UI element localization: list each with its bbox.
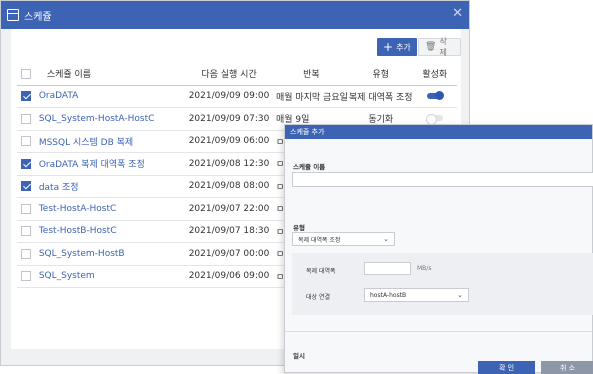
schedule-name-label: 스케쥴 이름 — [293, 163, 326, 171]
delete-button-label: 삭제 — [439, 37, 447, 57]
trash-icon: 🗑 — [425, 42, 437, 52]
type-label: 유형 — [293, 224, 305, 232]
delete-button[interactable]: 🗑 삭제 — [418, 37, 461, 57]
schedule-name-input[interactable] — [292, 172, 593, 187]
row-checkbox[interactable] — [17, 107, 35, 131]
schedule-name[interactable]: SQL_System-HostA-HostC — [34, 107, 185, 131]
header-schedule-name[interactable]: 스케쥴 이름 — [34, 63, 185, 86]
cancel-button[interactable]: 취 소 — [541, 361, 593, 374]
next-run-time: 2021/09/07 00:00 — [184, 242, 274, 266]
header-next-run[interactable]: 다음 실행 시간 — [184, 63, 274, 86]
next-run-time: 2021/09/09 07:30 — [184, 107, 274, 131]
dialog-title: 스케쥴 추가 — [285, 125, 592, 139]
row-checkbox[interactable] — [17, 242, 35, 266]
enabled-toggle[interactable] — [425, 113, 443, 125]
table-header-row: 스케쥴 이름 다음 실행 시간 반복 유형 활성화 — [17, 63, 457, 86]
bandwidth-unit: MB/s — [417, 265, 432, 272]
add-button[interactable]: + 추가 — [377, 38, 417, 56]
target-connection-select[interactable]: hostA-hostB ⌄ — [364, 288, 469, 302]
target-connection-value: hostA-hostB — [370, 291, 407, 299]
window-titlebar: 스케쥴 ✕ — [1, 1, 469, 29]
header-enabled[interactable]: 활성화 — [412, 63, 457, 86]
row-checkbox[interactable] — [17, 175, 35, 198]
row-checkbox[interactable] — [17, 130, 35, 153]
enabled-toggle[interactable] — [426, 91, 444, 101]
chevron-down-icon: ⌄ — [457, 291, 463, 299]
type-select-value: 복제 대역폭 조정 — [298, 236, 341, 244]
next-run-time: 2021/09/08 12:30 — [184, 152, 274, 176]
close-icon[interactable]: ✕ — [452, 6, 463, 21]
row-checkbox[interactable] — [17, 197, 35, 221]
divider — [285, 331, 592, 332]
confirm-button[interactable]: 확 인 — [478, 361, 535, 374]
schedule-name[interactable]: Test-HostA-HostC — [34, 197, 185, 221]
next-run-time: 2021/09/06 09:00 — [184, 265, 274, 288]
next-run-time: 2021/09/09 06:00 — [184, 130, 274, 153]
row-checkbox[interactable] — [17, 152, 35, 176]
row-checkbox[interactable] — [17, 85, 35, 108]
next-run-time: 2021/09/08 08:00 — [184, 175, 274, 198]
select-all-checkbox[interactable] — [17, 63, 35, 86]
row-checkbox[interactable] — [17, 220, 35, 243]
bandwidth-input[interactable] — [364, 262, 411, 275]
row-checkbox[interactable] — [17, 265, 35, 288]
schedule-name[interactable]: data 조정 — [34, 175, 185, 198]
plus-icon: + — [383, 40, 394, 54]
next-run-time: 2021/09/07 22:00 — [184, 197, 274, 221]
header-repeat[interactable]: 반복 — [273, 63, 349, 86]
calendar-icon — [7, 9, 19, 21]
enabled-cell — [412, 85, 457, 108]
target-connection-label: 대상 연결 — [306, 294, 330, 301]
add-button-label: 추가 — [396, 42, 411, 52]
type-select[interactable]: 복제 대역폭 조정 ⌄ — [292, 232, 395, 246]
table-row[interactable]: OraDATA 2021/09/09 09:00 매월 마지막 금요일 복제 대역폭 … — [17, 85, 457, 108]
schedule-name[interactable]: Test-HostB-HostC — [34, 220, 185, 243]
next-run-time: 2021/09/07 18:30 — [184, 220, 274, 243]
schedule-name[interactable]: SQL_System — [34, 265, 185, 288]
schedule-name[interactable]: OraDATA 복제 대역폭 조정 — [34, 152, 185, 176]
next-run-time: 2021/09/09 09:00 — [184, 85, 274, 108]
schedule-name[interactable]: SQL_System-HostB — [34, 242, 185, 266]
bandwidth-settings-box: 복제 대역폭 MB/s 대상 연결 hostA-hostB ⌄ — [292, 253, 593, 315]
schedule-name[interactable]: MSSQL 시스템 DB 복제 — [34, 130, 185, 153]
header-type[interactable]: 유형 — [348, 63, 413, 86]
schedule-type: 복제 대역폭 조정 — [348, 85, 413, 108]
add-schedule-dialog: 스케쥴 추가 스케쥴 이름 유형 복제 대역폭 조정 ⌄ 복제 대역폭 MB/s… — [284, 124, 593, 374]
schedule-datetime-label: 일시 — [293, 352, 305, 360]
schedule-name[interactable]: OraDATA — [34, 85, 185, 108]
window-title: 스케쥴 — [24, 11, 52, 23]
bandwidth-label: 복제 대역폭 — [306, 268, 336, 275]
chevron-down-icon: ⌄ — [383, 235, 389, 243]
repeat-rule: 매월 마지막 금요일 — [273, 85, 349, 108]
